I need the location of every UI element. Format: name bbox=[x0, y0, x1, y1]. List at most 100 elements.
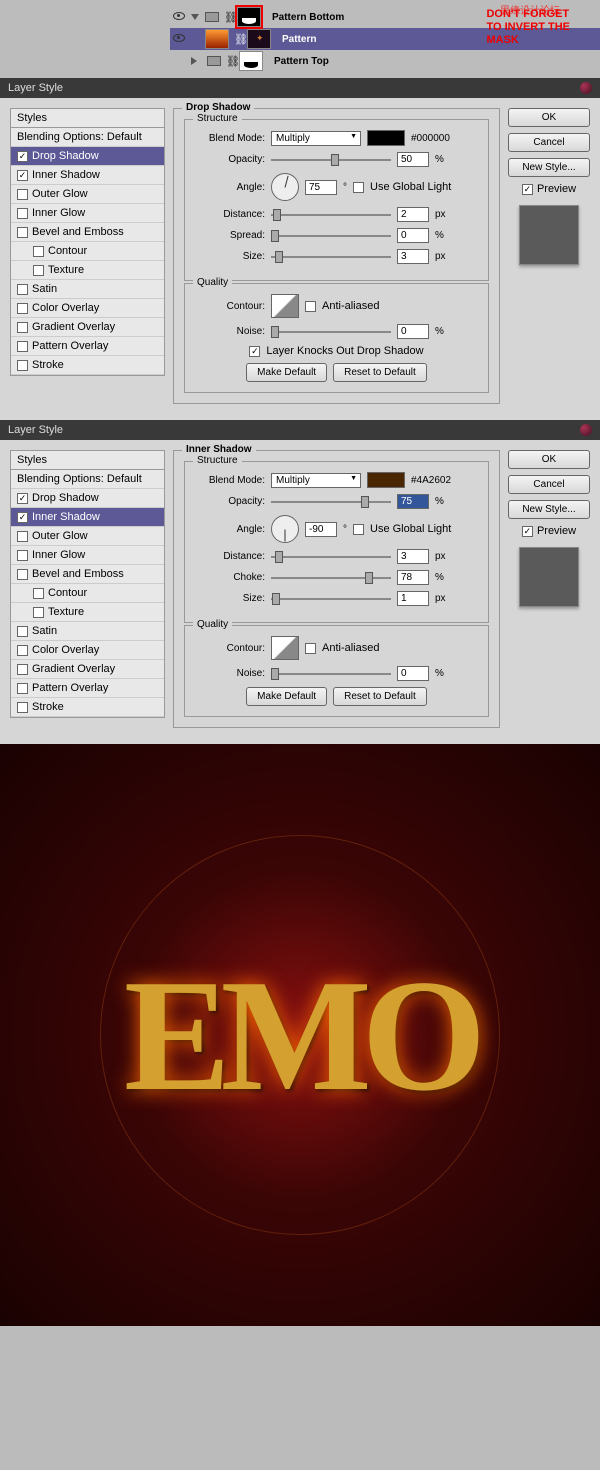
checkbox[interactable] bbox=[17, 664, 28, 675]
layer-mask-thumb[interactable] bbox=[247, 29, 271, 49]
style-drop-shadow[interactable]: Drop Shadow bbox=[11, 147, 164, 166]
checkbox[interactable] bbox=[17, 151, 28, 162]
style-gradient-overlay[interactable]: Gradient Overlay bbox=[11, 660, 164, 679]
style-satin[interactable]: Satin bbox=[11, 280, 164, 299]
checkbox[interactable] bbox=[17, 170, 28, 181]
checkbox[interactable] bbox=[17, 702, 28, 713]
blend-mode-select[interactable]: Multiply bbox=[271, 131, 361, 146]
style-texture[interactable]: Texture bbox=[11, 261, 164, 280]
style-inner-glow[interactable]: Inner Glow bbox=[11, 204, 164, 223]
checkbox[interactable] bbox=[17, 208, 28, 219]
style-outer-glow[interactable]: Outer Glow bbox=[11, 527, 164, 546]
cancel-button[interactable]: Cancel bbox=[508, 475, 590, 494]
ok-button[interactable]: OK bbox=[508, 108, 590, 127]
checkbox[interactable] bbox=[17, 626, 28, 637]
anti-aliased-checkbox[interactable] bbox=[305, 643, 316, 654]
distance-input[interactable]: 3 bbox=[397, 549, 429, 564]
layer-name[interactable]: Pattern bbox=[282, 34, 316, 45]
close-icon[interactable] bbox=[580, 82, 592, 94]
layer-thumb[interactable] bbox=[205, 29, 229, 49]
angle-dial[interactable] bbox=[271, 515, 299, 543]
checkbox[interactable] bbox=[17, 341, 28, 352]
visibility-toggle[interactable] bbox=[170, 33, 188, 45]
layer-mask-thumb[interactable] bbox=[239, 51, 263, 71]
color-swatch[interactable] bbox=[367, 130, 405, 146]
layer-mask-thumb[interactable] bbox=[237, 7, 261, 27]
checkbox[interactable] bbox=[17, 322, 28, 333]
checkbox[interactable] bbox=[33, 246, 44, 257]
checkbox[interactable] bbox=[17, 512, 28, 523]
style-blending[interactable]: Blending Options: Default bbox=[11, 128, 164, 147]
size-slider[interactable] bbox=[271, 598, 391, 600]
spread-input[interactable]: 0 bbox=[397, 228, 429, 243]
style-contour[interactable]: Contour bbox=[11, 242, 164, 261]
noise-input[interactable]: 0 bbox=[397, 666, 429, 681]
style-texture[interactable]: Texture bbox=[11, 603, 164, 622]
style-drop-shadow[interactable]: Drop Shadow bbox=[11, 489, 164, 508]
checkbox[interactable] bbox=[17, 569, 28, 580]
checkbox[interactable] bbox=[17, 550, 28, 561]
contour-picker[interactable] bbox=[271, 294, 299, 318]
use-global-light-checkbox[interactable] bbox=[353, 182, 364, 193]
styles-header[interactable]: Styles bbox=[10, 450, 165, 470]
anti-aliased-checkbox[interactable] bbox=[305, 301, 316, 312]
preview-checkbox[interactable] bbox=[522, 526, 533, 537]
layer-name[interactable]: Pattern Top bbox=[274, 56, 329, 67]
style-bevel[interactable]: Bevel and Emboss bbox=[11, 565, 164, 584]
contour-picker[interactable] bbox=[271, 636, 299, 660]
checkbox[interactable] bbox=[17, 303, 28, 314]
blend-mode-select[interactable]: Multiply bbox=[271, 473, 361, 488]
new-style-button[interactable]: New Style... bbox=[508, 158, 590, 177]
style-blending[interactable]: Blending Options: Default bbox=[11, 470, 164, 489]
noise-input[interactable]: 0 bbox=[397, 324, 429, 339]
choke-slider[interactable] bbox=[271, 577, 391, 579]
style-inner-glow[interactable]: Inner Glow bbox=[11, 546, 164, 565]
noise-slider[interactable] bbox=[271, 673, 391, 675]
visibility-toggle[interactable] bbox=[170, 11, 188, 23]
opacity-slider[interactable] bbox=[271, 159, 391, 161]
size-input[interactable]: 3 bbox=[397, 249, 429, 264]
checkbox[interactable] bbox=[17, 493, 28, 504]
checkbox[interactable] bbox=[17, 360, 28, 371]
expand-icon[interactable] bbox=[191, 14, 199, 20]
opacity-input[interactable]: 75 bbox=[397, 494, 429, 509]
style-stroke[interactable]: Stroke bbox=[11, 698, 164, 717]
layer-row-pattern-top[interactable]: ⛓ Pattern Top bbox=[170, 50, 600, 72]
new-style-button[interactable]: New Style... bbox=[508, 500, 590, 519]
style-satin[interactable]: Satin bbox=[11, 622, 164, 641]
angle-input[interactable]: -90 bbox=[305, 522, 337, 537]
distance-slider[interactable] bbox=[271, 556, 391, 558]
style-pattern-overlay[interactable]: Pattern Overlay bbox=[11, 679, 164, 698]
styles-header[interactable]: Styles bbox=[10, 108, 165, 128]
checkbox[interactable] bbox=[17, 284, 28, 295]
choke-input[interactable]: 78 bbox=[397, 570, 429, 585]
opacity-input[interactable]: 50 bbox=[397, 152, 429, 167]
expand-icon[interactable] bbox=[191, 57, 201, 65]
distance-input[interactable]: 2 bbox=[397, 207, 429, 222]
layer-name[interactable]: Pattern Bottom bbox=[272, 12, 344, 23]
style-contour[interactable]: Contour bbox=[11, 584, 164, 603]
use-global-light-checkbox[interactable] bbox=[353, 524, 364, 535]
angle-input[interactable]: 75 bbox=[305, 180, 337, 195]
knockout-checkbox[interactable] bbox=[249, 346, 260, 357]
make-default-button[interactable]: Make Default bbox=[246, 687, 327, 706]
style-stroke[interactable]: Stroke bbox=[11, 356, 164, 375]
reset-default-button[interactable]: Reset to Default bbox=[333, 687, 427, 706]
angle-dial[interactable] bbox=[271, 173, 299, 201]
noise-slider[interactable] bbox=[271, 331, 391, 333]
style-pattern-overlay[interactable]: Pattern Overlay bbox=[11, 337, 164, 356]
checkbox[interactable] bbox=[17, 683, 28, 694]
ok-button[interactable]: OK bbox=[508, 450, 590, 469]
checkbox[interactable] bbox=[17, 531, 28, 542]
distance-slider[interactable] bbox=[271, 214, 391, 216]
size-slider[interactable] bbox=[271, 256, 391, 258]
checkbox[interactable] bbox=[33, 607, 44, 618]
style-gradient-overlay[interactable]: Gradient Overlay bbox=[11, 318, 164, 337]
checkbox[interactable] bbox=[17, 189, 28, 200]
spread-slider[interactable] bbox=[271, 235, 391, 237]
size-input[interactable]: 1 bbox=[397, 591, 429, 606]
checkbox[interactable] bbox=[33, 265, 44, 276]
checkbox[interactable] bbox=[17, 227, 28, 238]
preview-checkbox[interactable] bbox=[522, 184, 533, 195]
style-bevel[interactable]: Bevel and Emboss bbox=[11, 223, 164, 242]
